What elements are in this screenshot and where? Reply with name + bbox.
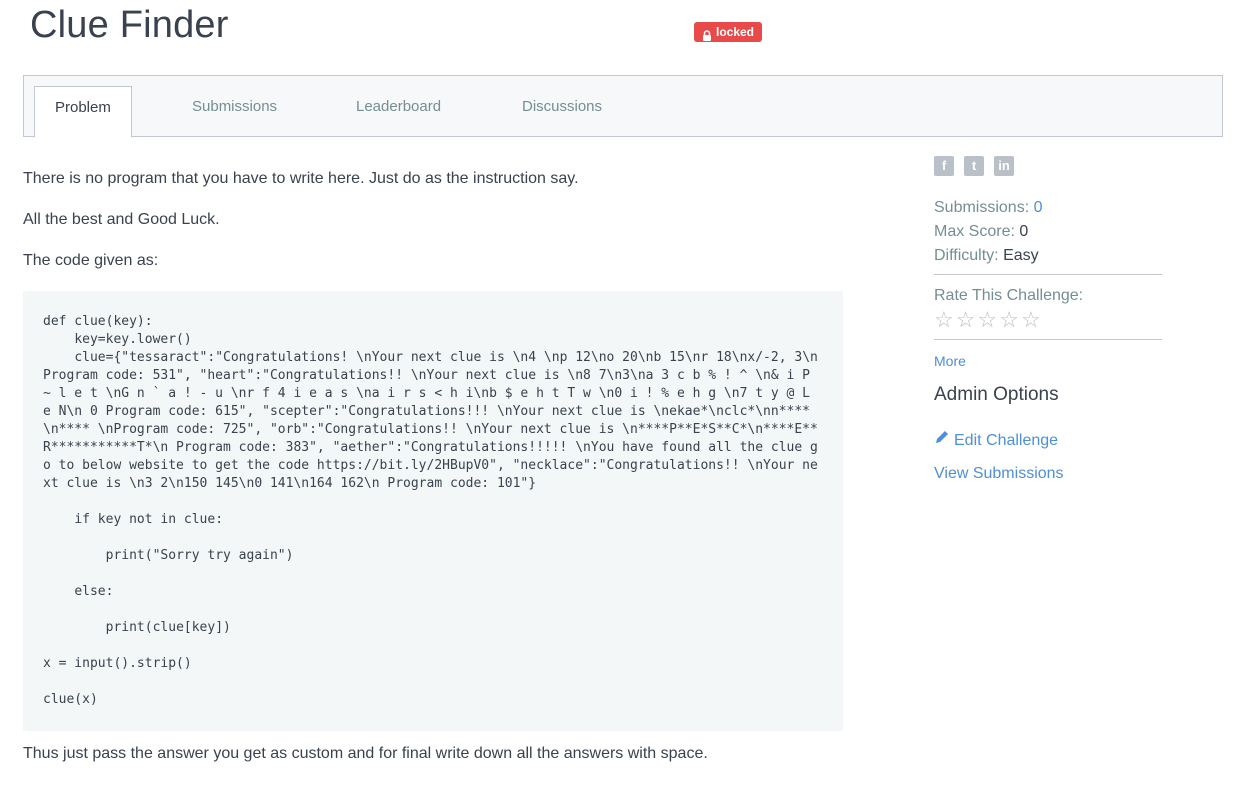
locked-badge: locked [694, 22, 763, 42]
edit-challenge-label: Edit Challenge [954, 432, 1059, 449]
edit-challenge-link[interactable]: Edit Challenge [934, 424, 1162, 457]
submissions-count-link[interactable]: 0 [1034, 199, 1043, 216]
problem-statement: There is no program that you have to wri… [23, 168, 843, 784]
tab-bar: Problem Submissions Leaderboard Discussi… [23, 75, 1223, 138]
social-share: f t in [934, 156, 1162, 176]
submissions-stat: Submissions: 0 [934, 196, 1162, 220]
max-score-value: 0 [1019, 223, 1029, 240]
pencil-icon [934, 424, 950, 457]
difficulty-label: Difficulty: [934, 247, 999, 264]
difficulty-value: Easy [1003, 247, 1039, 264]
code-print-sorry: print("Sorry try again") [43, 548, 294, 563]
max-score-stat: Max Score: 0 [934, 220, 1162, 244]
code-call-line: clue(x) [43, 692, 98, 707]
footer-text: Thus just pass the answer you get as cus… [23, 745, 708, 762]
linkedin-icon[interactable]: in [994, 156, 1014, 176]
divider [934, 339, 1162, 340]
star-icon[interactable]: ☆ [934, 309, 954, 331]
sidebar: f t in Submissions: 0 Max Score: 0 Diffi… [934, 156, 1162, 490]
star-icon[interactable]: ☆ [956, 309, 976, 331]
admin-options-title: Admin Options [934, 384, 1059, 405]
code-print-clue: print(clue[key]) [43, 620, 231, 635]
tab-submissions[interactable]: Submissions [172, 86, 297, 138]
more-link[interactable]: More [934, 350, 1162, 372]
difficulty-stat: Difficulty: Easy [934, 244, 1162, 268]
code-else-line: else: [43, 584, 114, 599]
tab-problem[interactable]: Problem [34, 86, 132, 138]
badge-label: locked [716, 25, 755, 39]
tab-discussions[interactable]: Discussions [502, 86, 622, 138]
code-if-line: if key not in clue: [43, 512, 224, 527]
intro-text: There is no program that you have to wri… [23, 170, 579, 187]
code-clue-definition: def clue(key): key=key.lower() clue={"te… [43, 314, 818, 491]
star-icon[interactable]: ☆ [1021, 309, 1041, 331]
code-block: def clue(key): key=key.lower() clue={"te… [23, 291, 843, 731]
rate-label: Rate This Challenge: [934, 287, 1084, 304]
submissions-label: Submissions: [934, 199, 1030, 216]
code-intro-text: The code given as: [23, 252, 159, 269]
code-input-line: x = input().strip() [43, 656, 192, 671]
divider [934, 274, 1162, 275]
page-title: Clue Finder [30, 4, 229, 46]
max-score-label: Max Score: [934, 223, 1015, 240]
good-luck-text: All the best and Good Luck. [23, 211, 220, 228]
star-icon[interactable]: ☆ [977, 309, 997, 331]
rating-stars: ☆ ☆ ☆ ☆ ☆ [934, 309, 1162, 331]
star-icon[interactable]: ☆ [999, 309, 1019, 331]
lock-icon [702, 27, 712, 41]
twitter-icon[interactable]: t [964, 156, 984, 176]
view-submissions-link[interactable]: View Submissions [934, 457, 1162, 490]
facebook-icon[interactable]: f [934, 156, 954, 176]
tab-leaderboard[interactable]: Leaderboard [336, 86, 461, 138]
